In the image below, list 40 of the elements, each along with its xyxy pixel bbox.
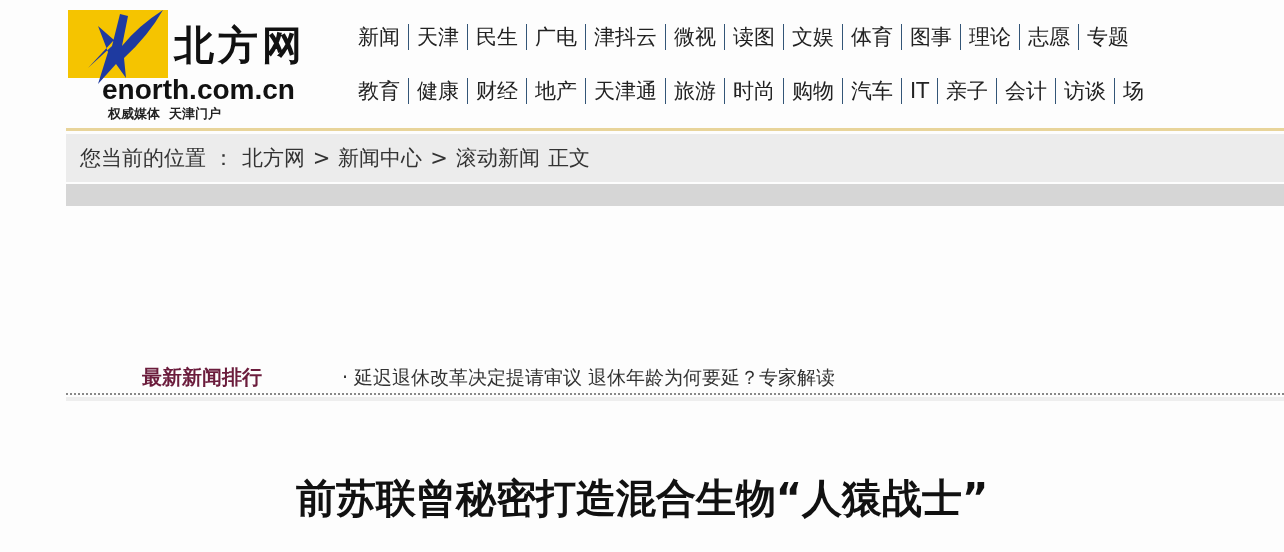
nav-link[interactable]: 理论: [960, 24, 1019, 50]
nav-link[interactable]: 体育: [842, 24, 901, 50]
breadcrumb-separator: >: [430, 146, 448, 170]
nav-link[interactable]: 健康: [408, 78, 467, 104]
nav-link[interactable]: 天津通: [585, 78, 665, 104]
nav-link[interactable]: 亲子: [937, 78, 997, 104]
nav-link[interactable]: 时尚: [724, 78, 783, 104]
nav-link[interactable]: 天津: [408, 24, 467, 50]
nav-link[interactable]: 地产: [526, 78, 585, 104]
nav-link[interactable]: 广电: [526, 24, 585, 50]
nav-link[interactable]: 新闻: [358, 24, 408, 50]
nav-link[interactable]: 专题: [1078, 24, 1137, 50]
nav-link[interactable]: 图事: [901, 24, 960, 50]
nav-link[interactable]: 文娱: [783, 24, 842, 50]
nav-link[interactable]: 购物: [783, 78, 842, 104]
breadcrumb-link[interactable]: 北方网: [241, 144, 305, 172]
breadcrumb-link[interactable]: 新闻中心: [338, 144, 423, 172]
nav-link[interactable]: 场: [1114, 78, 1153, 104]
nav-link[interactable]: 读图: [724, 24, 783, 50]
nav-link[interactable]: 民生: [467, 24, 526, 50]
logo-slogan: 权威媒体 天津门户: [108, 105, 222, 123]
nav-link[interactable]: 微视: [665, 24, 724, 50]
logo-domain: enorth.com.cn: [102, 74, 295, 106]
breadcrumb-current: 正文: [547, 145, 590, 172]
ticker-label: 最新新闻排行: [142, 364, 263, 391]
nav-link[interactable]: 会计: [996, 78, 1056, 104]
ticker-headline[interactable]: · 延迟退休改革决定提请审议 退休年龄为何要延？专家解读: [342, 365, 836, 391]
nav-link[interactable]: 津抖云: [585, 24, 665, 50]
breadcrumb-link[interactable]: 滚动新闻: [455, 144, 540, 172]
article-title: 前苏联曾秘密打造混合生物“人猿战士”: [294, 474, 990, 523]
nav-link[interactable]: 教育: [358, 78, 408, 104]
nav-link[interactable]: 汽车: [842, 78, 901, 104]
breadcrumb-label: 您当前的位置 ：: [80, 145, 234, 172]
nav-link[interactable]: IT: [901, 78, 938, 104]
nav-link[interactable]: 访谈: [1055, 78, 1115, 104]
logo-name: 北方网: [174, 20, 306, 70]
breadcrumb-separator: >: [312, 146, 331, 170]
nav-link[interactable]: 志愿: [1019, 24, 1078, 50]
nav-link[interactable]: 旅游: [665, 78, 724, 104]
nav-link[interactable]: 财经: [467, 78, 526, 104]
